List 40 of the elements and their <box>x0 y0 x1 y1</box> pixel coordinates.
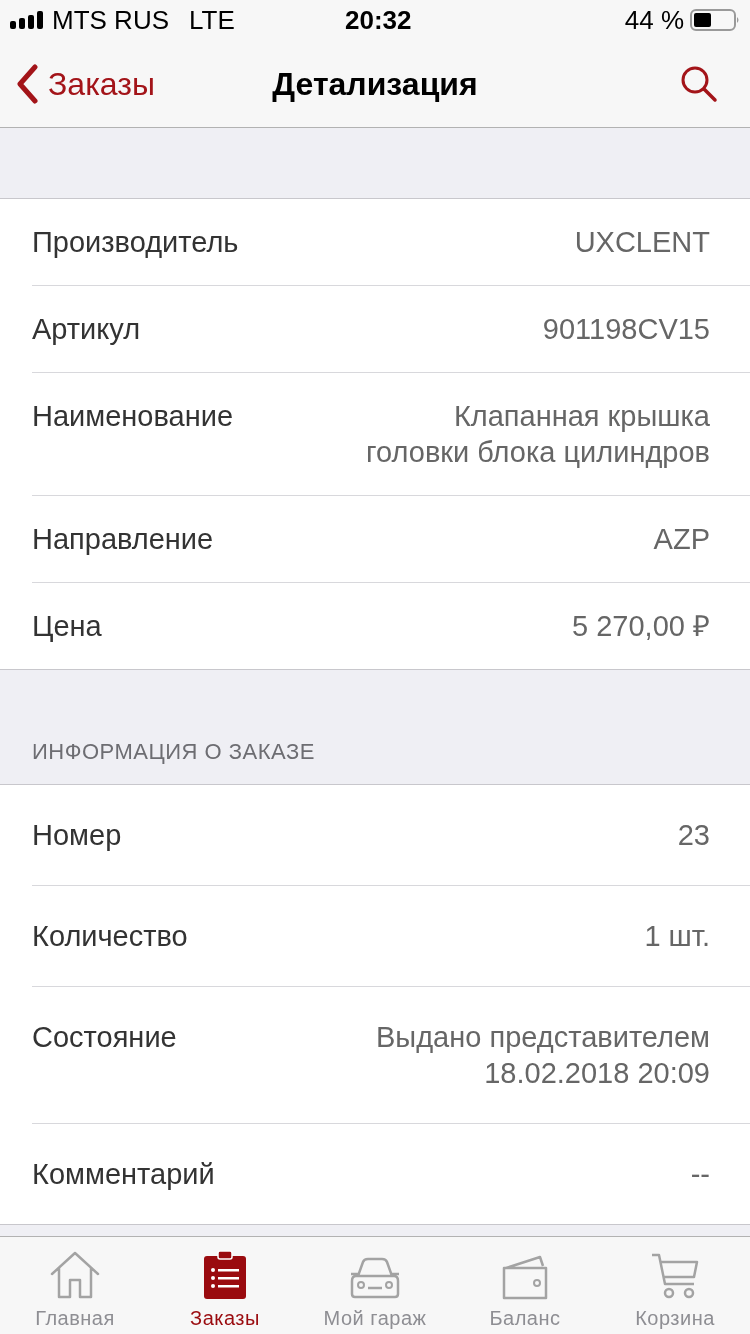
field-label: Комментарий <box>32 1157 215 1192</box>
wallet-icon <box>500 1254 550 1300</box>
carrier-name: MTS RUS <box>52 3 169 37</box>
field-label: Направление <box>32 522 214 557</box>
chevron-left-icon <box>16 63 38 104</box>
field-value: Клапанная крышка головки блока цилиндров <box>366 399 710 470</box>
battery-icon <box>690 9 740 31</box>
field-label: Наименование <box>32 399 234 434</box>
signal-icon <box>10 11 46 29</box>
tab-item[interactable]: Баланс <box>450 1237 600 1334</box>
tab-item[interactable]: Корзина <box>600 1237 750 1334</box>
field-label: Количество <box>32 919 188 954</box>
section-header: ИНФОРМАЦИЯ О ЗАКАЗЕ <box>32 738 315 766</box>
tab-item[interactable]: Главная <box>0 1237 150 1334</box>
field-label: Цена <box>32 609 102 644</box>
back-button[interactable]: Заказы <box>16 59 155 108</box>
field-label: Состояние <box>32 1020 177 1055</box>
field-value: 901198CV15 <box>542 312 710 347</box>
field-label: Номер <box>32 818 122 853</box>
field-value: 1 шт. <box>644 919 710 954</box>
field-value: Выдано представителем 18.02.2018 20:09 <box>376 1020 710 1091</box>
field-label: Производитель <box>32 225 239 260</box>
field-label: Артикул <box>32 312 141 347</box>
battery-percent: 44 % <box>624 3 684 37</box>
search-icon <box>680 64 718 103</box>
network-type: LTE <box>189 3 235 37</box>
field-value: UXCLENT <box>574 225 710 260</box>
house-icon <box>48 1250 102 1300</box>
screen-title: Детализация <box>272 64 478 104</box>
field-value: 5 270,00 ₽ <box>572 609 710 644</box>
field-value: -- <box>690 1157 710 1192</box>
tab-item[interactable]: Мой гараж <box>300 1237 450 1334</box>
tab-item[interactable]: Заказы <box>150 1237 300 1334</box>
field-value: AZP <box>653 522 710 557</box>
status-time: 20:32 <box>345 3 412 37</box>
car-icon <box>348 1256 402 1300</box>
cart-icon <box>650 1252 700 1300</box>
clipboard-icon <box>203 1250 247 1300</box>
field-value: 23 <box>677 818 710 853</box>
search-button[interactable] <box>680 64 718 103</box>
